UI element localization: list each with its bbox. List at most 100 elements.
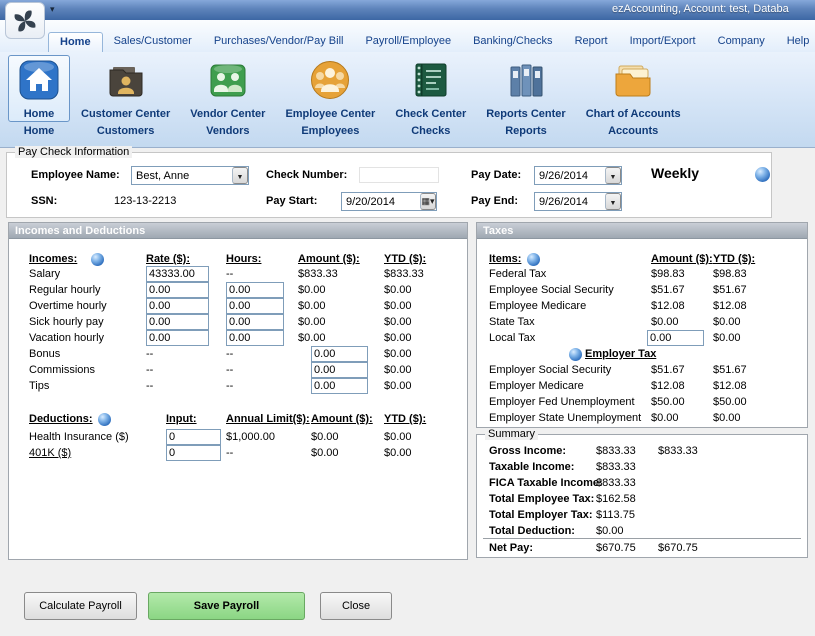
summary-ytd-value: $670.75	[658, 542, 698, 554]
tab-report[interactable]: Report	[564, 32, 619, 52]
overtime-hourly-hours-input[interactable]	[226, 298, 284, 314]
toolbar-vendor-center-button[interactable]: Vendor Center	[181, 55, 274, 122]
income-ytd: $0.00	[384, 284, 412, 296]
vacation-hourly-hours-input[interactable]	[226, 330, 284, 346]
save-payroll-button[interactable]: Save Payroll	[148, 592, 305, 620]
app-icon[interactable]	[5, 2, 45, 39]
chevron-down-icon[interactable]: ▼	[605, 167, 621, 184]
help-globe-icon[interactable]	[569, 348, 582, 361]
chart-of-accounts-icon	[611, 58, 655, 107]
pay-end-dropdown[interactable]: 9/26/2014 ▼	[534, 192, 622, 211]
deduction-ytd: $0.00	[384, 431, 412, 443]
app-window: ezAccounting, Account: test, Databa ▾ Ho…	[0, 0, 815, 636]
chevron-down-icon[interactable]: ▼	[605, 193, 621, 210]
tab-sales-customer[interactable]: Sales/Customer	[103, 32, 203, 52]
chevron-down-icon[interactable]: ▼	[232, 167, 248, 184]
taxes-header-row: Items: Amount ($): YTD ($):	[477, 253, 807, 269]
home-icon	[17, 58, 61, 107]
close-button[interactable]: Close	[320, 592, 392, 620]
health-insurance-input[interactable]	[166, 429, 221, 445]
ssn-value: 123-13-2213	[114, 195, 176, 207]
summary-label: Gross Income:	[489, 445, 566, 457]
quick-access-arrow-icon[interactable]: ▾	[50, 4, 55, 15]
income-amount: $833.33	[298, 268, 338, 280]
tab-company[interactable]: Company	[707, 32, 776, 52]
summary-value: $833.33	[596, 477, 636, 489]
help-globe-icon[interactable]	[755, 167, 770, 182]
toolbar-chart-of-accounts-button[interactable]: Chart of Accounts	[577, 55, 690, 122]
bonus-amount-input[interactable]	[311, 346, 368, 362]
commissions-amount-input[interactable]	[311, 362, 368, 378]
tax-row-local: Local Tax $0.00	[477, 332, 807, 348]
local-tax-input[interactable]	[647, 330, 704, 346]
taxes-panel: Taxes Items: Amount ($): YTD ($): Federa…	[476, 222, 808, 428]
summary-row-net-pay: Net Pay: $670.75 $670.75	[477, 542, 807, 558]
tips-amount-input[interactable]	[311, 378, 368, 394]
summary-label: Taxable Income:	[489, 461, 574, 473]
tax-ytd: $50.00	[713, 396, 747, 408]
check-number-input[interactable]	[359, 167, 439, 183]
tab-purchases-vendor-pay-bill[interactable]: Purchases/Vendor/Pay Bill	[203, 32, 355, 52]
summary-row-total-employer-tax: Total Employer Tax: $113.75	[477, 509, 807, 525]
salary-rate-input[interactable]	[146, 266, 209, 282]
tax-amount: $98.83	[651, 268, 685, 280]
tax-ytd: $0.00	[713, 316, 741, 328]
regular-hourly-hours-input[interactable]	[226, 282, 284, 298]
titlebar: ezAccounting, Account: test, Databa	[0, 0, 815, 20]
income-ytd: $0.00	[384, 300, 412, 312]
help-globe-icon[interactable]	[98, 413, 111, 426]
employee-name-dropdown[interactable]: Best, Anne ▼	[131, 166, 249, 185]
deduction-annual-limit: $1,000.00	[226, 431, 275, 443]
toolbar-button-title: Customer Center	[81, 108, 170, 120]
vendor-center-icon	[206, 58, 250, 107]
col-amount: Amount ($):	[651, 253, 713, 265]
col-ytd: YTD ($):	[713, 253, 755, 265]
sick-hourly-rate-input[interactable]	[146, 314, 209, 330]
pay-start-value: 9/20/2014	[346, 196, 395, 208]
toolbar-customer-center-button[interactable]: Customer Center	[72, 55, 179, 122]
tab-help[interactable]: Help	[776, 32, 815, 52]
tax-ytd: $0.00	[713, 332, 741, 344]
tax-ytd: $98.83	[713, 268, 747, 280]
toolbar-reports-center-button[interactable]: Reports Center	[477, 55, 574, 122]
tab-import-export[interactable]: Import/Export	[619, 32, 707, 52]
pay-date-dropdown[interactable]: 9/26/2014 ▼	[534, 166, 622, 185]
tax-row-employee-medicare: Employee Medicare $12.08 $12.08	[477, 300, 807, 316]
calculate-payroll-button[interactable]: Calculate Payroll	[24, 592, 137, 620]
toolbar-home-button[interactable]: Home	[8, 55, 70, 122]
help-globe-icon[interactable]	[91, 253, 104, 266]
income-hours: --	[226, 380, 233, 392]
col-ytd: YTD ($):	[384, 253, 426, 265]
income-amount: $0.00	[298, 332, 326, 344]
incomes-deductions-panel: Incomes and Deductions Incomes: Rate ($)…	[8, 222, 468, 560]
employer-tax-header: Employer Tax	[585, 348, 656, 360]
col-annual-limit: Annual Limit($):	[226, 413, 310, 425]
toolbar-button-title: Vendor Center	[190, 108, 265, 120]
tax-amount: $51.67	[651, 284, 685, 296]
paycheck-info-box: Pay Check Information Employee Name: Bes…	[6, 152, 772, 218]
toolbar-employee-center-button[interactable]: Employee Center	[276, 55, 384, 122]
toolbar-home-caption: Home	[24, 125, 55, 137]
toolbar-check-center-button[interactable]: Check Center	[386, 55, 475, 122]
help-globe-icon[interactable]	[527, 253, 540, 266]
tab-home[interactable]: Home	[48, 32, 103, 52]
401k-input[interactable]	[166, 445, 221, 461]
tab-payroll-employee[interactable]: Payroll/Employee	[354, 32, 462, 52]
deduction-401k-link[interactable]: 401K ($)	[29, 447, 71, 459]
toolbar-employees-caption: Employees	[301, 125, 359, 137]
vacation-hourly-rate-input[interactable]	[146, 330, 209, 346]
tax-row-state: State Tax $0.00 $0.00	[477, 316, 807, 332]
customer-center-icon	[104, 58, 148, 107]
summary-row-gross-income: Gross Income: $833.33 $833.33	[477, 445, 807, 461]
regular-hourly-rate-input[interactable]	[146, 282, 209, 298]
income-hours: --	[226, 364, 233, 376]
summary-value: $113.75	[596, 509, 635, 521]
calendar-icon[interactable]: ▦▾	[420, 193, 436, 210]
col-input: Input:	[166, 413, 197, 425]
tab-banking-checks[interactable]: Banking/Checks	[462, 32, 564, 52]
col-ytd: YTD ($):	[384, 413, 426, 425]
overtime-hourly-rate-input[interactable]	[146, 298, 209, 314]
sick-hourly-hours-input[interactable]	[226, 314, 284, 330]
pay-start-datepicker[interactable]: 9/20/2014 ▦▾	[341, 192, 437, 211]
deductions-header-row: Deductions: Input: Annual Limit($): Amou…	[9, 413, 467, 429]
